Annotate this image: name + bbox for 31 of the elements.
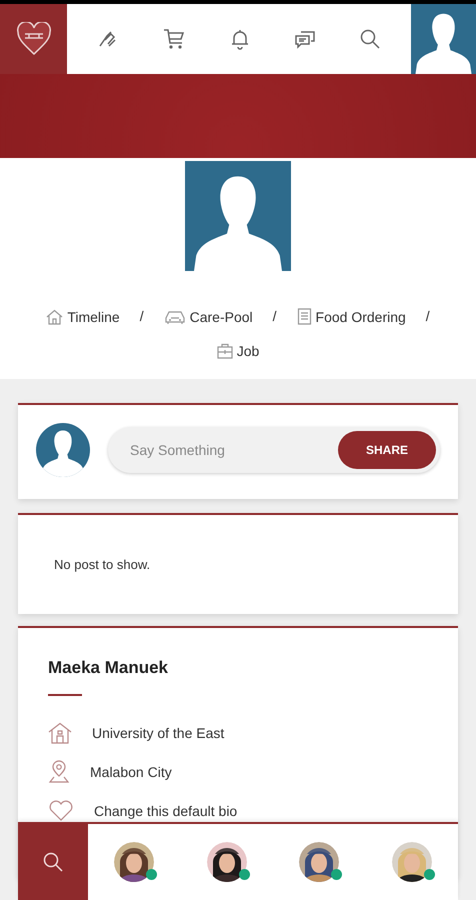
document-icon — [296, 308, 312, 325]
house-icon — [48, 722, 72, 744]
cart-icon — [162, 27, 186, 51]
profile-link[interactable]: Job — [216, 343, 260, 359]
friend-avatar[interactable] — [206, 842, 247, 882]
avatar-silhouette — [36, 423, 90, 477]
car-icon — [164, 308, 186, 324]
about-text: Change this default bio — [94, 803, 238, 819]
friend-avatar[interactable] — [392, 842, 432, 882]
heart-logo-icon[interactable] — [16, 22, 52, 56]
friend-avatar[interactable] — [114, 842, 154, 882]
friend-avatar[interactable] — [299, 842, 340, 882]
briefcase-icon — [216, 343, 233, 359]
house-icon — [46, 308, 64, 324]
search-icon — [359, 28, 382, 50]
post-input-field[interactable]: Say Something SHARE — [108, 427, 440, 473]
search-icon — [42, 851, 64, 873]
profile-link[interactable]: Care-Pool — [164, 308, 253, 325]
profile-link[interactable]: Timeline — [46, 308, 120, 325]
location-pin-icon — [48, 760, 70, 784]
share-button[interactable]: SHARE — [338, 431, 436, 469]
empty-message: No post to show. — [54, 557, 150, 572]
bell-icon — [230, 28, 250, 50]
separator: / — [140, 308, 144, 325]
about-text: University of the East — [92, 725, 224, 741]
separator: / — [272, 308, 277, 325]
heart-icon — [48, 800, 74, 822]
separator: / — [426, 308, 430, 325]
profile-link[interactable]: Food Ordering — [296, 308, 406, 325]
profile-name: Maeka Manuek — [48, 658, 169, 678]
about-text: Malabon City — [90, 764, 172, 780]
